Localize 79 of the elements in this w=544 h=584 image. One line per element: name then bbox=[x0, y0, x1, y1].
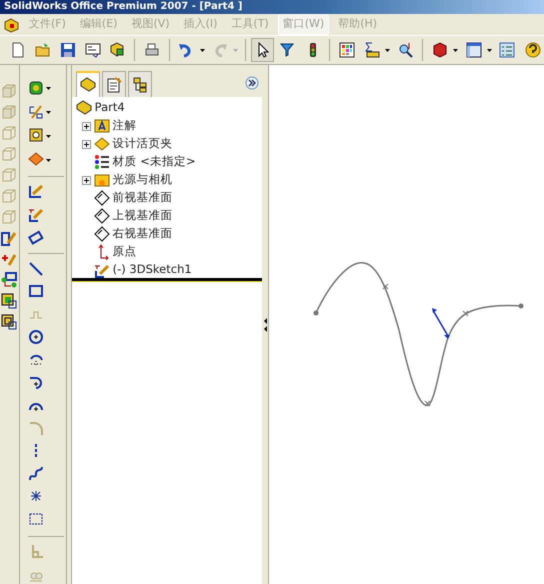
open-folder-icon bbox=[34, 42, 51, 58]
expand-plus-icon[interactable] bbox=[82, 176, 91, 184]
feature-tree-icon bbox=[80, 77, 96, 93]
tree-item[interactable]: 右视基准面 bbox=[76, 225, 262, 243]
tree-label: 前视基准面 bbox=[112, 189, 173, 206]
cube-outline-icon bbox=[1, 167, 18, 183]
caret-icon[interactable] bbox=[46, 134, 51, 138]
cube-window-icon bbox=[1, 314, 18, 330]
assembly-icon bbox=[110, 42, 126, 58]
panel-tab[interactable] bbox=[76, 71, 100, 97]
binder-icon bbox=[94, 136, 110, 152]
caret-icon[interactable] bbox=[46, 111, 51, 114]
annotation-folder-icon bbox=[94, 118, 110, 134]
rotate-sketch-icon[interactable] bbox=[28, 228, 46, 247]
tree-label: 光源与相机 bbox=[112, 171, 173, 188]
tree-item[interactable]: 原点 bbox=[76, 243, 262, 261]
caret-icon[interactable] bbox=[487, 48, 492, 52]
property-sheet-icon bbox=[106, 76, 122, 92]
save-icon bbox=[60, 42, 76, 58]
tree-label: 右视基准面 bbox=[112, 225, 173, 242]
circle-icon[interactable] bbox=[28, 328, 46, 347]
caret-icon[interactable] bbox=[200, 48, 205, 52]
3d-sketch-icon[interactable] bbox=[28, 206, 46, 224]
expand-chevron-icon[interactable] bbox=[245, 76, 260, 90]
expand-plus-icon[interactable] bbox=[82, 140, 91, 148]
cube-feature-icon bbox=[1, 293, 18, 309]
color-grid-icon bbox=[338, 42, 355, 58]
cube-outline-icon bbox=[1, 188, 18, 204]
tree-label: 材质 <未指定> bbox=[112, 153, 196, 170]
relation-icon bbox=[1, 272, 18, 288]
checklist-icon bbox=[499, 42, 516, 58]
configuration-icon bbox=[132, 76, 148, 92]
tree-label: 上视基准面 bbox=[112, 207, 173, 224]
tree-item[interactable]: 上视基准面 bbox=[76, 207, 262, 225]
plane-icon bbox=[94, 190, 110, 206]
tree-item[interactable]: 材质 <未指定> bbox=[76, 153, 262, 171]
app-logo-icon[interactable] bbox=[4, 16, 20, 32]
tree-item[interactable]: 注解 bbox=[76, 117, 262, 135]
window-title: SolidWorks Office Premium 2007 - [Part4 ] bbox=[0, 0, 544, 14]
sum-measure-icon bbox=[364, 42, 380, 58]
help-icon bbox=[524, 42, 540, 58]
3d-sketch-icon bbox=[94, 262, 110, 278]
panel-layout-icon bbox=[466, 42, 482, 58]
light-folder-icon bbox=[94, 172, 110, 188]
new-document-icon bbox=[10, 42, 26, 58]
splitter-arrows-icon[interactable] bbox=[262, 318, 268, 332]
cube-outline-icon bbox=[1, 104, 18, 120]
cube-outline-icon bbox=[1, 83, 18, 99]
toolbar-button[interactable] bbox=[251, 38, 274, 62]
selection-filter-icon bbox=[280, 42, 296, 58]
panel-tab[interactable] bbox=[128, 71, 152, 97]
tree-label: 设计活页夹 bbox=[112, 135, 173, 152]
tree-label: Part4 bbox=[94, 99, 125, 116]
tree-item[interactable]: Part4 bbox=[76, 99, 262, 117]
caret-icon[interactable] bbox=[453, 48, 458, 52]
plane-icon bbox=[94, 208, 110, 224]
sketch-pencil-icon bbox=[1, 230, 18, 246]
plane-icon bbox=[94, 226, 110, 242]
tree-item[interactable]: 光源与相机 bbox=[76, 171, 262, 189]
direction-arrow-icon bbox=[432, 308, 450, 339]
caret-icon[interactable] bbox=[46, 87, 51, 90]
drawing-sheet-icon bbox=[84, 42, 101, 58]
panel-tab[interactable] bbox=[102, 71, 126, 97]
tree-label: (-) 3DSketch1 bbox=[112, 261, 192, 278]
part-icon bbox=[76, 100, 92, 116]
tree-item[interactable]: 设计活页夹 bbox=[76, 135, 262, 153]
tree-label: 注解 bbox=[112, 117, 137, 134]
cube-outline-icon bbox=[1, 146, 18, 162]
expand-plus-icon[interactable] bbox=[82, 122, 91, 130]
tree-label: 原点 bbox=[112, 243, 137, 260]
tree-item[interactable]: 前视基准面 bbox=[76, 189, 262, 207]
cube-outline-icon bbox=[1, 209, 18, 225]
magnifier-icon bbox=[398, 42, 414, 58]
tree-item[interactable]: (-) 3DSketch1 bbox=[76, 261, 262, 279]
caret-icon[interactable] bbox=[46, 158, 51, 162]
material-icon bbox=[94, 154, 110, 170]
cube-outline-icon bbox=[1, 125, 18, 141]
print-icon bbox=[144, 42, 160, 58]
caret-icon[interactable] bbox=[385, 48, 390, 52]
